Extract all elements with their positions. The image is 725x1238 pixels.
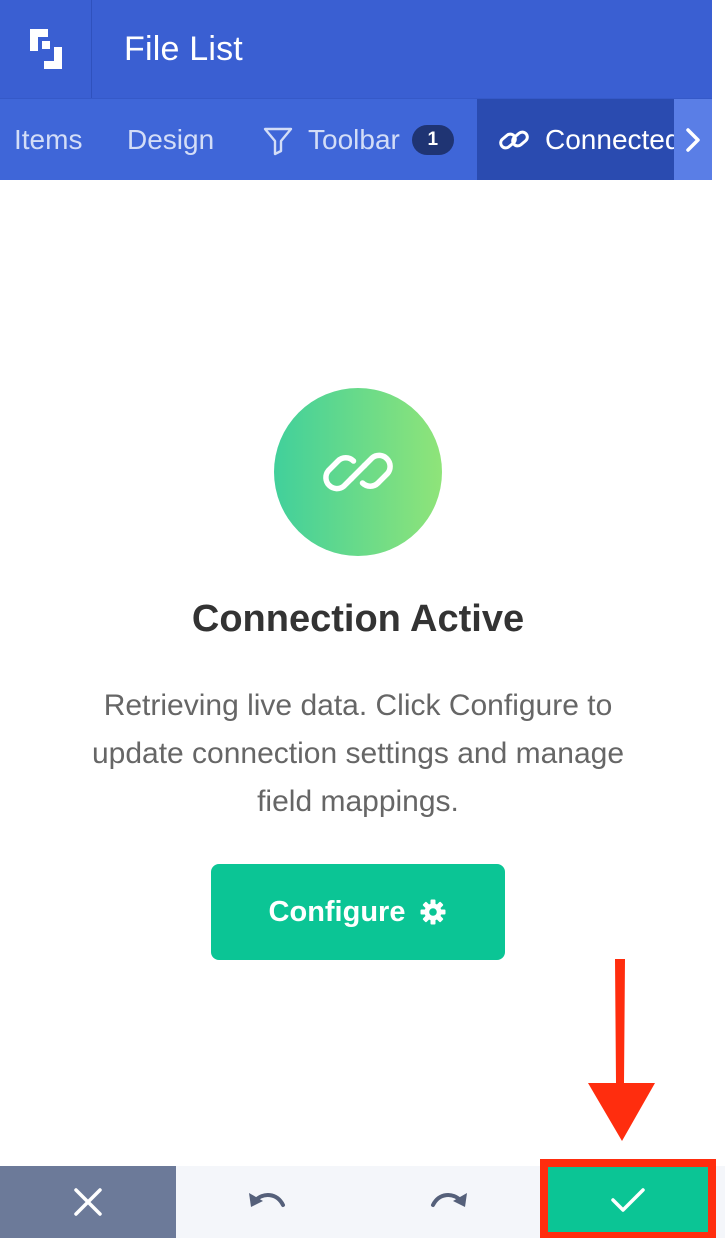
app-logo <box>0 0 92 98</box>
app-title: File List <box>124 29 243 68</box>
bracket-logo-icon <box>29 29 62 69</box>
tab-label: Connected <box>545 124 681 155</box>
tab-bar: Items Design Toolbar 1 Connected <box>0 98 712 180</box>
undo-icon <box>249 1193 285 1207</box>
tab-items[interactable]: Items <box>14 99 82 180</box>
confirm-button[interactable] <box>548 1167 708 1232</box>
undo-button[interactable] <box>176 1166 358 1238</box>
link-icon <box>497 123 531 157</box>
gear-icon <box>419 898 447 926</box>
tab-scroll-right-button[interactable] <box>674 99 712 180</box>
tab-design[interactable]: Design <box>127 99 214 180</box>
app-header: File List <box>0 0 712 98</box>
chevron-right-icon <box>686 128 700 152</box>
configure-button-label: Configure <box>268 895 406 928</box>
redo-button[interactable] <box>358 1166 540 1238</box>
connection-status-badge <box>274 388 442 556</box>
annotation-arrow-icon <box>588 959 655 1141</box>
connection-status-title: Connection Active <box>191 598 525 640</box>
tab-label: Items <box>14 124 83 155</box>
tab-connected[interactable]: Connected <box>477 99 680 180</box>
close-icon <box>74 1188 102 1216</box>
check-icon <box>611 1187 645 1212</box>
count-badge: 1 <box>411 125 454 155</box>
redo-icon <box>431 1193 467 1207</box>
link-icon <box>323 452 393 492</box>
tab-label: Design <box>127 124 215 155</box>
tab-label: Toolbar <box>308 124 400 155</box>
cancel-button[interactable] <box>0 1166 176 1238</box>
configure-button[interactable]: Configure <box>211 864 505 960</box>
tab-toolbar[interactable]: Toolbar 1 <box>262 99 454 180</box>
connection-status-description: Retrieving live data. Click Configure to… <box>91 689 625 818</box>
filter-icon <box>262 124 294 156</box>
